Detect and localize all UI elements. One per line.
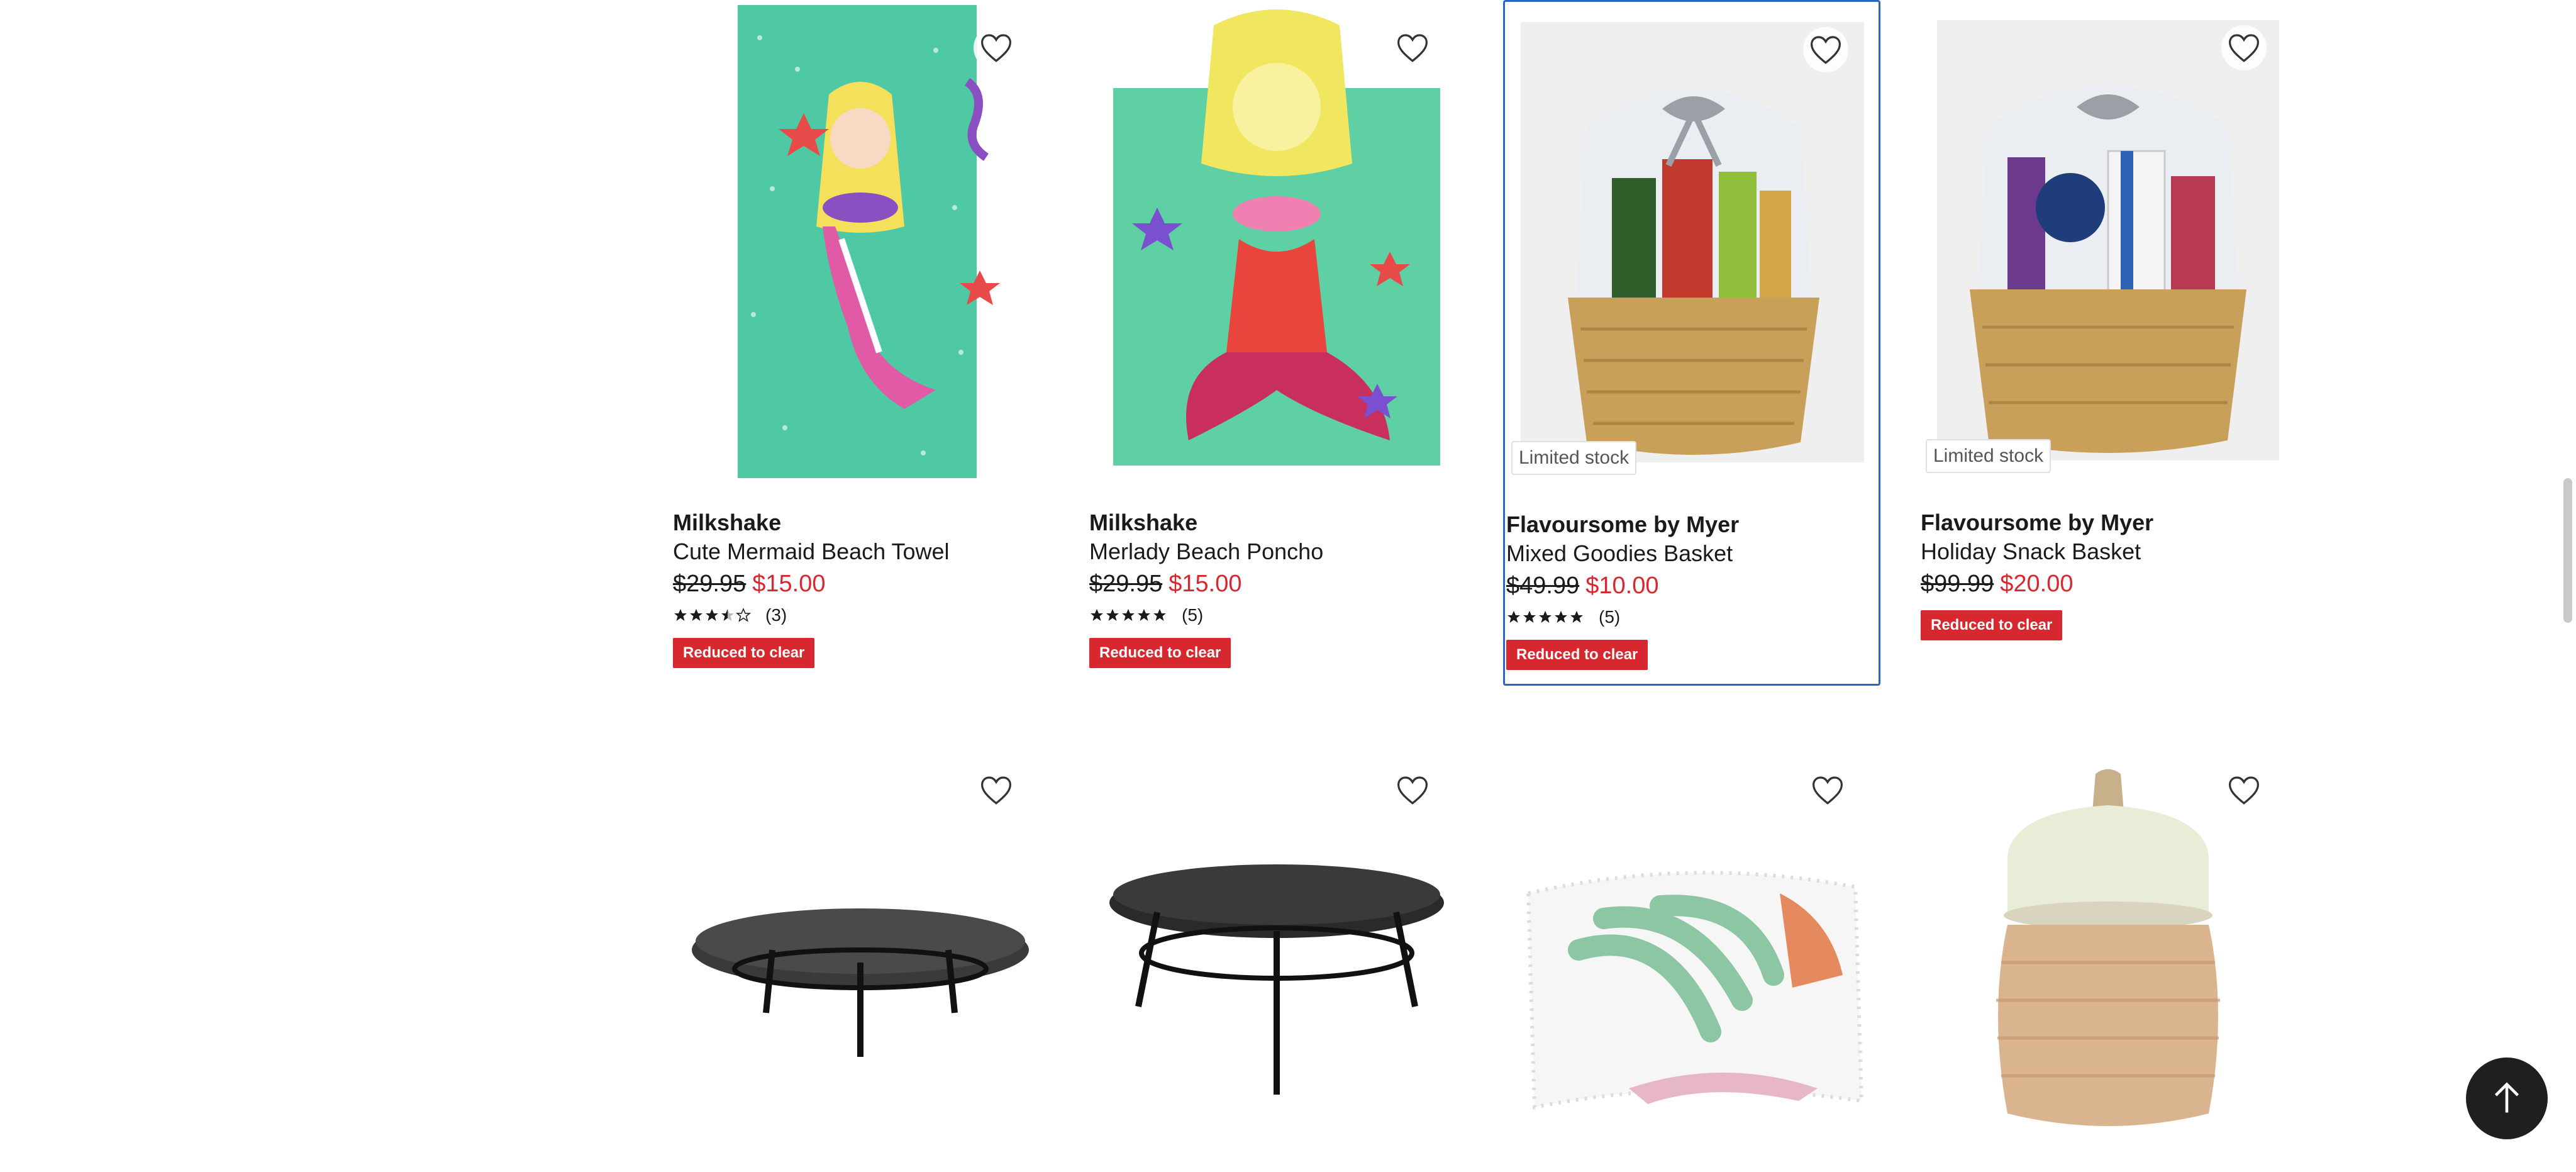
review-count: (5) [1599, 607, 1621, 627]
product-card[interactable] [1503, 749, 1880, 1169]
wishlist-button[interactable] [1390, 25, 1435, 70]
sale-price: $20.00 [2000, 571, 2074, 597]
product-brand[interactable]: Milkshake [673, 508, 1044, 537]
sale-price: $15.00 [1169, 571, 1242, 597]
star-rating-icon [1089, 608, 1168, 623]
star-rating-icon [673, 608, 752, 623]
price-block: $29.95 $15.00 [1089, 566, 1460, 601]
promo-badge: Reduced to clear [1089, 638, 1231, 668]
product-info: Flavoursome by Myer Mixed Goodies Basket… [1506, 510, 1877, 670]
price-block: $99.99 $20.00 [1921, 566, 2292, 601]
product-brand[interactable]: Milkshake [1089, 508, 1460, 537]
product-name[interactable]: Holiday Snack Basket [1921, 537, 2292, 566]
promo-badge: Reduced to clear [673, 638, 815, 668]
black-tray-stand-image[interactable] [1088, 761, 1465, 1169]
product-brand[interactable]: Flavoursome by Myer [1921, 508, 2292, 537]
wishlist-button[interactable] [1803, 27, 1848, 72]
original-price: $99.99 [1921, 571, 1994, 597]
star-rating-icon [1506, 610, 1585, 625]
promo-badge: Reduced to clear [1921, 610, 2063, 640]
product-card[interactable]: Limited stock Flavoursome by Myer Mixed … [1503, 0, 1880, 686]
review-count: (3) [765, 605, 787, 625]
product-grid: Milkshake Cute Mermaid Beach Towel $29.9… [0, 0, 2576, 1169]
product-image-holiday-snack-basket[interactable] [1919, 0, 2297, 484]
wishlist-button[interactable] [974, 767, 1019, 813]
product-card[interactable]: Limited stock Flavoursome by Myer Holida… [1919, 0, 2297, 686]
original-price: $29.95 [673, 571, 747, 597]
heart-outline-icon [1397, 34, 1428, 62]
heart-outline-icon [1397, 776, 1428, 805]
product-name[interactable]: Merlady Beach Poncho [1089, 537, 1460, 566]
heart-outline-icon [1812, 776, 1843, 805]
product-image-mermaid-towel[interactable] [672, 0, 1049, 484]
product-image-mixed-goodies-basket[interactable] [1505, 2, 1882, 486]
heart-outline-icon [980, 776, 1012, 805]
leaf-print-cushion-image[interactable] [1503, 761, 1880, 1169]
arrow-up-icon [2494, 1082, 2519, 1113]
wishlist-button[interactable] [2221, 767, 2267, 813]
ceramic-canister-image[interactable] [1919, 761, 2297, 1169]
original-price: $29.95 [1089, 571, 1163, 597]
price-block: $29.95 $15.00 [673, 566, 1044, 601]
back-to-top-button[interactable] [2466, 1058, 2548, 1139]
wishlist-button[interactable] [2221, 25, 2267, 70]
heart-outline-icon [1810, 36, 1841, 64]
rating[interactable]: (3) [673, 601, 1044, 629]
product-name[interactable]: Cute Mermaid Beach Towel [673, 537, 1044, 566]
page-scrollbar[interactable] [2563, 478, 2572, 623]
product-name[interactable]: Mixed Goodies Basket [1506, 539, 1877, 568]
product-info: Milkshake Merlady Beach Poncho $29.95 $15… [1089, 508, 1460, 668]
marble-tray-stand-image[interactable] [672, 761, 1049, 1169]
rating[interactable]: (5) [1506, 603, 1877, 631]
original-price: $49.99 [1506, 572, 1580, 599]
product-image-merlady-poncho[interactable] [1088, 0, 1465, 484]
product-info: Milkshake Cute Mermaid Beach Towel $29.9… [673, 508, 1044, 668]
product-card[interactable] [672, 749, 1049, 1169]
promo-badge: Reduced to clear [1506, 640, 1648, 670]
wishlist-button[interactable] [974, 25, 1019, 70]
stock-badge: Limited stock [1926, 439, 2051, 473]
product-card[interactable] [1919, 749, 2297, 1169]
price-block: $49.99 $10.00 [1506, 568, 1877, 603]
product-info: Flavoursome by Myer Holiday Snack Basket… [1921, 508, 2292, 640]
heart-outline-icon [2228, 34, 2260, 62]
heart-outline-icon [980, 34, 1012, 62]
wishlist-button[interactable] [1390, 767, 1435, 813]
sale-price: $10.00 [1585, 572, 1659, 599]
rating[interactable]: (5) [1089, 601, 1460, 629]
wishlist-button[interactable] [1805, 767, 1850, 813]
sale-price: $15.00 [752, 571, 826, 597]
product-card[interactable] [1088, 749, 1465, 1169]
heart-outline-icon [2228, 776, 2260, 805]
product-card[interactable]: Milkshake Merlady Beach Poncho $29.95 $15… [1088, 0, 1465, 686]
product-brand[interactable]: Flavoursome by Myer [1506, 510, 1877, 539]
stock-badge: Limited stock [1511, 441, 1637, 475]
review-count: (5) [1182, 605, 1204, 625]
product-card[interactable]: Milkshake Cute Mermaid Beach Towel $29.9… [672, 0, 1049, 686]
